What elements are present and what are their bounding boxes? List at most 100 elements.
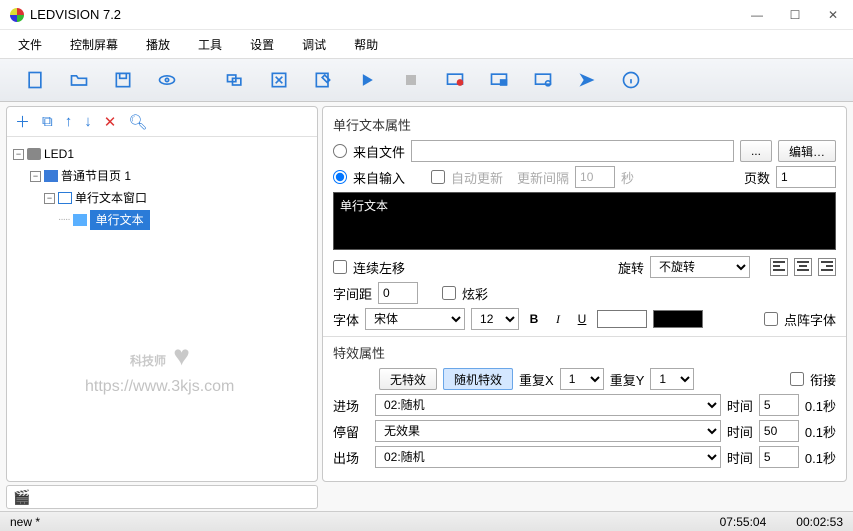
interval-unit: 秒 bbox=[621, 168, 634, 187]
font-size-select[interactable]: 12 bbox=[471, 308, 519, 330]
preview-icon[interactable] bbox=[152, 65, 182, 95]
align-center-icon[interactable] bbox=[794, 258, 812, 276]
join-checkbox[interactable] bbox=[790, 372, 804, 386]
time-label-3: 时间 bbox=[727, 448, 753, 467]
interval-input[interactable] bbox=[575, 166, 615, 188]
tree-copy-icon[interactable]: ⧉ bbox=[42, 113, 53, 130]
tree-page-label: 普通节目页 1 bbox=[61, 166, 131, 186]
join-label: 衔接 bbox=[810, 370, 836, 389]
interval-label: 更新间隔 bbox=[517, 168, 569, 187]
tree-node-window[interactable]: − 单行文本窗口 bbox=[13, 187, 311, 209]
tree-node-led[interactable]: − LED1 bbox=[13, 143, 311, 165]
auto-update-label: 自动更新 bbox=[451, 168, 503, 187]
menu-screen[interactable]: 控制屏幕 bbox=[70, 36, 118, 53]
tree-delete-icon[interactable]: ✕ bbox=[104, 113, 117, 131]
stay-label: 停留 bbox=[333, 422, 369, 441]
tree-node-item[interactable]: ····· 单行文本 bbox=[13, 209, 311, 231]
menu-help[interactable]: 帮助 bbox=[354, 36, 378, 53]
spacing-input[interactable] bbox=[378, 282, 418, 304]
stop-icon[interactable] bbox=[396, 65, 426, 95]
menu-file[interactable]: 文件 bbox=[18, 36, 42, 53]
from-file-label: 来自文件 bbox=[353, 142, 405, 161]
lock-screen-icon[interactable] bbox=[484, 65, 514, 95]
exit-label: 出场 bbox=[333, 448, 369, 467]
screen-off-icon[interactable] bbox=[440, 65, 470, 95]
fx-section-title: 特效属性 bbox=[333, 343, 836, 362]
status-left: new * bbox=[10, 515, 40, 529]
bg-color-swatch[interactable] bbox=[653, 310, 703, 328]
exit-select[interactable]: 02:随机 bbox=[375, 446, 721, 468]
close-button[interactable]: ✕ bbox=[823, 8, 843, 22]
save-icon[interactable] bbox=[108, 65, 138, 95]
fullscreen-icon[interactable] bbox=[264, 65, 294, 95]
time-unit-1: 0.1秒 bbox=[805, 396, 836, 415]
status-time-1: 07:55:04 bbox=[720, 515, 767, 529]
open-file-icon[interactable] bbox=[64, 65, 94, 95]
fx-random-button[interactable]: 随机特效 bbox=[443, 368, 513, 390]
windows-icon[interactable] bbox=[220, 65, 250, 95]
repeaty-label: 重复Y bbox=[610, 370, 645, 389]
color-effect-checkbox[interactable] bbox=[442, 286, 456, 300]
maximize-button[interactable]: ☐ bbox=[785, 8, 805, 22]
info-icon[interactable] bbox=[616, 65, 646, 95]
window-title: LEDVISION 7.2 bbox=[30, 7, 747, 22]
underline-icon[interactable]: U bbox=[573, 312, 591, 326]
rotate-select[interactable]: 不旋转 bbox=[650, 256, 750, 278]
tree-search-icon[interactable]: 🔍︎ bbox=[128, 113, 147, 131]
menu-debug[interactable]: 调试 bbox=[302, 36, 326, 53]
repeaty-select[interactable]: 1 bbox=[650, 368, 694, 390]
color-effect-label: 炫彩 bbox=[462, 284, 488, 303]
send-icon[interactable] bbox=[572, 65, 602, 95]
browse-button[interactable]: ... bbox=[740, 140, 772, 162]
play-icon[interactable] bbox=[352, 65, 382, 95]
from-input-label: 来自输入 bbox=[353, 168, 405, 187]
continuous-left-checkbox[interactable] bbox=[333, 260, 347, 274]
edit-icon[interactable] bbox=[308, 65, 338, 95]
radio-from-input[interactable] bbox=[333, 170, 347, 184]
pages-label: 页数 bbox=[744, 168, 770, 187]
time-unit-3: 0.1秒 bbox=[805, 448, 836, 467]
align-left-icon[interactable] bbox=[770, 258, 788, 276]
bold-icon[interactable]: B bbox=[525, 312, 543, 326]
screen-settings-icon[interactable] bbox=[528, 65, 558, 95]
repeatx-label: 重复X bbox=[519, 370, 554, 389]
menu-tool[interactable]: 工具 bbox=[198, 36, 222, 53]
auto-update-checkbox[interactable] bbox=[431, 170, 445, 184]
text-content-box[interactable]: 单行文本 bbox=[333, 192, 836, 250]
tree-node-page[interactable]: − 普通节目页 1 bbox=[13, 165, 311, 187]
tree-item-label: 单行文本 bbox=[90, 210, 150, 230]
pages-input[interactable] bbox=[776, 166, 836, 188]
align-right-icon[interactable] bbox=[818, 258, 836, 276]
repeatx-select[interactable]: 1 bbox=[560, 368, 604, 390]
stay-time-input[interactable] bbox=[759, 420, 799, 442]
enter-select[interactable]: 02:随机 bbox=[375, 394, 721, 416]
minimize-button[interactable]: — bbox=[747, 8, 767, 22]
radio-from-file[interactable] bbox=[333, 144, 347, 158]
edit-button[interactable]: 编辑… bbox=[778, 140, 836, 162]
dot-font-checkbox[interactable] bbox=[764, 312, 778, 326]
fx-none-button[interactable]: 无特效 bbox=[379, 368, 437, 390]
spacing-label: 字间距 bbox=[333, 284, 372, 303]
dot-font-label: 点阵字体 bbox=[784, 310, 836, 329]
continuous-left-label: 连续左移 bbox=[353, 258, 405, 277]
new-file-icon[interactable] bbox=[20, 65, 50, 95]
tree-down-icon[interactable]: ↓ bbox=[84, 113, 92, 130]
time-unit-2: 0.1秒 bbox=[805, 422, 836, 441]
clapper-icon[interactable]: 🎬 bbox=[13, 489, 30, 506]
italic-icon[interactable]: I bbox=[549, 312, 567, 327]
tree-led-label: LED1 bbox=[44, 144, 74, 164]
exit-time-input[interactable] bbox=[759, 446, 799, 468]
menu-setting[interactable]: 设置 bbox=[250, 36, 274, 53]
attr-section-title: 单行文本属性 bbox=[333, 115, 836, 134]
stay-select[interactable]: 无效果 bbox=[375, 420, 721, 442]
text-color-swatch[interactable] bbox=[597, 310, 647, 328]
tree-up-icon[interactable]: ↑ bbox=[65, 113, 73, 130]
font-select[interactable]: 宋体 bbox=[365, 308, 465, 330]
menu-play[interactable]: 播放 bbox=[146, 36, 170, 53]
enter-time-input[interactable] bbox=[759, 394, 799, 416]
enter-label: 进场 bbox=[333, 396, 369, 415]
tree-win-label: 单行文本窗口 bbox=[75, 188, 147, 208]
time-label-2: 时间 bbox=[727, 422, 753, 441]
file-path-input[interactable] bbox=[411, 140, 734, 162]
tree-add-icon[interactable]: ＋ bbox=[15, 111, 30, 132]
